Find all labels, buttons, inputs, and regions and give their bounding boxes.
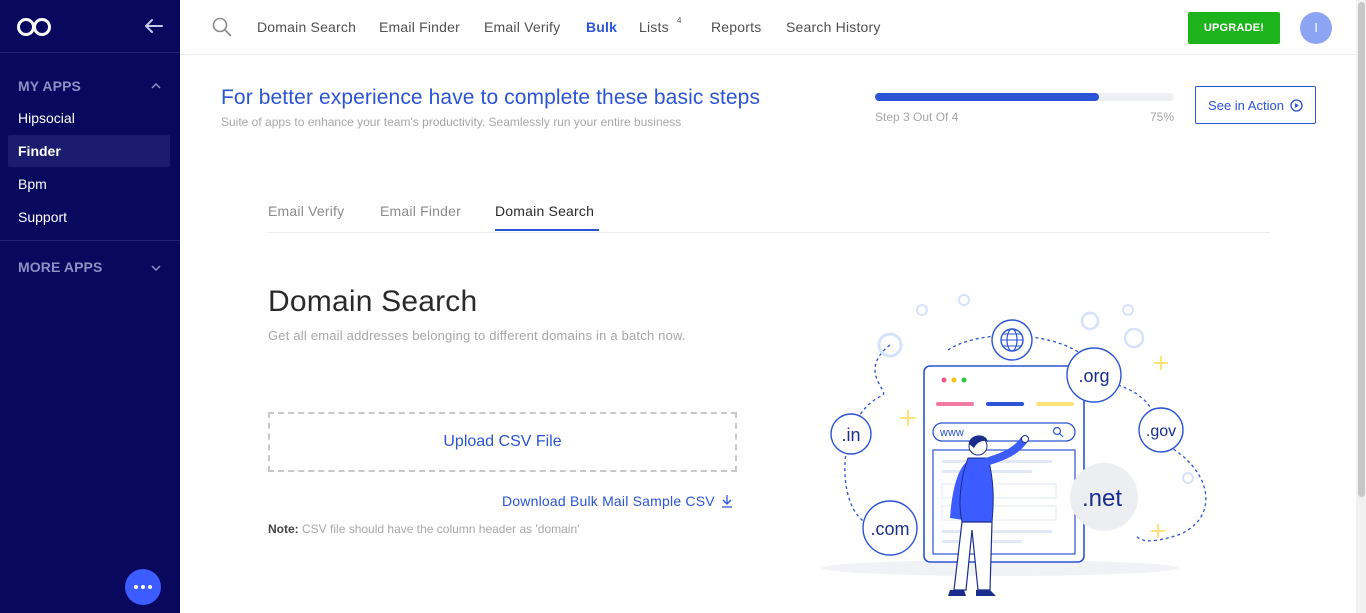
bubble — [1080, 311, 1100, 331]
tab-email-verify[interactable]: Email Verify — [268, 203, 344, 219]
nav-search-history[interactable]: Search History — [786, 19, 881, 35]
progress-bar — [875, 93, 1174, 101]
nav-domain-search[interactable]: Domain Search — [257, 19, 356, 35]
see-in-action-button[interactable]: See in Action — [1195, 86, 1316, 124]
sparkle — [1151, 524, 1165, 538]
sidebar-item-support[interactable]: Support — [8, 201, 170, 233]
collapse-arrow-icon[interactable] — [144, 16, 164, 36]
browser-line — [1036, 402, 1074, 406]
tabs-divider — [268, 232, 1270, 233]
bubble — [1182, 472, 1194, 484]
more-options-button[interactable] — [125, 569, 161, 605]
note-text: CSV file should have the column header a… — [302, 522, 580, 536]
domain-net-text: .net — [1082, 485, 1122, 512]
sidebar-item-finder[interactable]: Finder — [8, 135, 170, 167]
download-sample-csv-label: Download Bulk Mail Sample CSV — [502, 493, 715, 509]
domain-search-illustration: www .org .in .gov .com .net — [822, 294, 1207, 596]
csv-note: Note: CSV file should have the column he… — [268, 522, 579, 536]
nav-reports[interactable]: Reports — [711, 19, 761, 35]
bubble — [958, 294, 970, 306]
sparkle — [1154, 356, 1168, 370]
upload-csv-dropzone[interactable]: Upload CSV File — [268, 412, 737, 472]
domain-gov-text: .gov — [1146, 423, 1176, 440]
progress-percent: 75% — [1150, 110, 1175, 124]
domain-org-text: .org — [1078, 366, 1109, 386]
note-label: Note: — [268, 522, 299, 536]
page-title: Domain Search — [268, 285, 478, 318]
progress-step-text: Step 3 Out Of 4 — [875, 110, 959, 124]
nav-lists[interactable]: Lists — [639, 19, 669, 35]
tab-domain-search[interactable]: Domain Search — [495, 203, 594, 219]
top-navigation: Domain Search Email Finder Email Verify … — [180, 0, 1356, 55]
dot-icon — [134, 585, 138, 589]
chevron-up-icon[interactable] — [150, 80, 162, 92]
sidebar-divider — [0, 240, 180, 241]
see-in-action-label: See in Action — [1208, 97, 1284, 113]
banner-subtitle: Suite of apps to enhance your team's pro… — [221, 115, 682, 129]
upgrade-button[interactable]: UPGRADE! — [1188, 12, 1280, 44]
dot-icon — [148, 585, 152, 589]
avatar[interactable]: I — [1300, 12, 1332, 44]
sparkle — [900, 410, 916, 426]
play-circle-icon — [1290, 98, 1303, 112]
download-icon — [721, 495, 732, 508]
active-tab-indicator — [495, 229, 599, 231]
download-sample-csv-link[interactable]: Download Bulk Mail Sample CSV — [502, 493, 733, 509]
nav-email-finder[interactable]: Email Finder — [379, 19, 460, 35]
browser-line — [986, 402, 1024, 406]
tab-email-finder[interactable]: Email Finder — [380, 203, 461, 219]
browser-dot — [951, 377, 957, 383]
browser-line — [936, 402, 974, 406]
progress-bar-fill — [875, 93, 1100, 101]
sidebar-item-hipsocial[interactable]: Hipsocial — [8, 102, 170, 134]
sidebar-section-my-apps[interactable]: MY APPS — [18, 78, 81, 94]
domain-com-text: .com — [870, 519, 909, 539]
sidebar-item-bpm[interactable]: Bpm — [8, 168, 170, 200]
banner-title: For better experience have to complete t… — [221, 86, 761, 109]
scrollbar-thumb[interactable] — [1358, 2, 1365, 497]
bubble — [916, 304, 928, 316]
search-icon[interactable] — [212, 17, 232, 37]
sidebar-section-more-apps[interactable]: MORE APPS — [18, 259, 102, 275]
search-www-text: www — [939, 427, 964, 439]
infinity-logo-icon[interactable] — [16, 16, 52, 38]
browser-dot — [961, 377, 967, 383]
bubble — [1122, 304, 1134, 316]
nav-bulk[interactable]: Bulk — [586, 19, 617, 35]
dot-icon — [141, 585, 145, 589]
bubble — [1123, 327, 1145, 349]
sidebar-header — [0, 0, 180, 53]
sidebar: MY APPS Hipsocial Finder Bpm Support MOR… — [0, 0, 180, 613]
browser-line — [942, 530, 1052, 533]
domain-in-text: .in — [841, 425, 860, 445]
chevron-down-icon[interactable] — [150, 262, 162, 274]
lists-count-badge: 4 — [677, 16, 682, 25]
nav-email-verify[interactable]: Email Verify — [484, 19, 560, 35]
upload-csv-label: Upload CSV File — [443, 433, 562, 450]
browser-dot — [941, 377, 947, 383]
page-description: Get all email addresses belonging to dif… — [268, 328, 686, 343]
